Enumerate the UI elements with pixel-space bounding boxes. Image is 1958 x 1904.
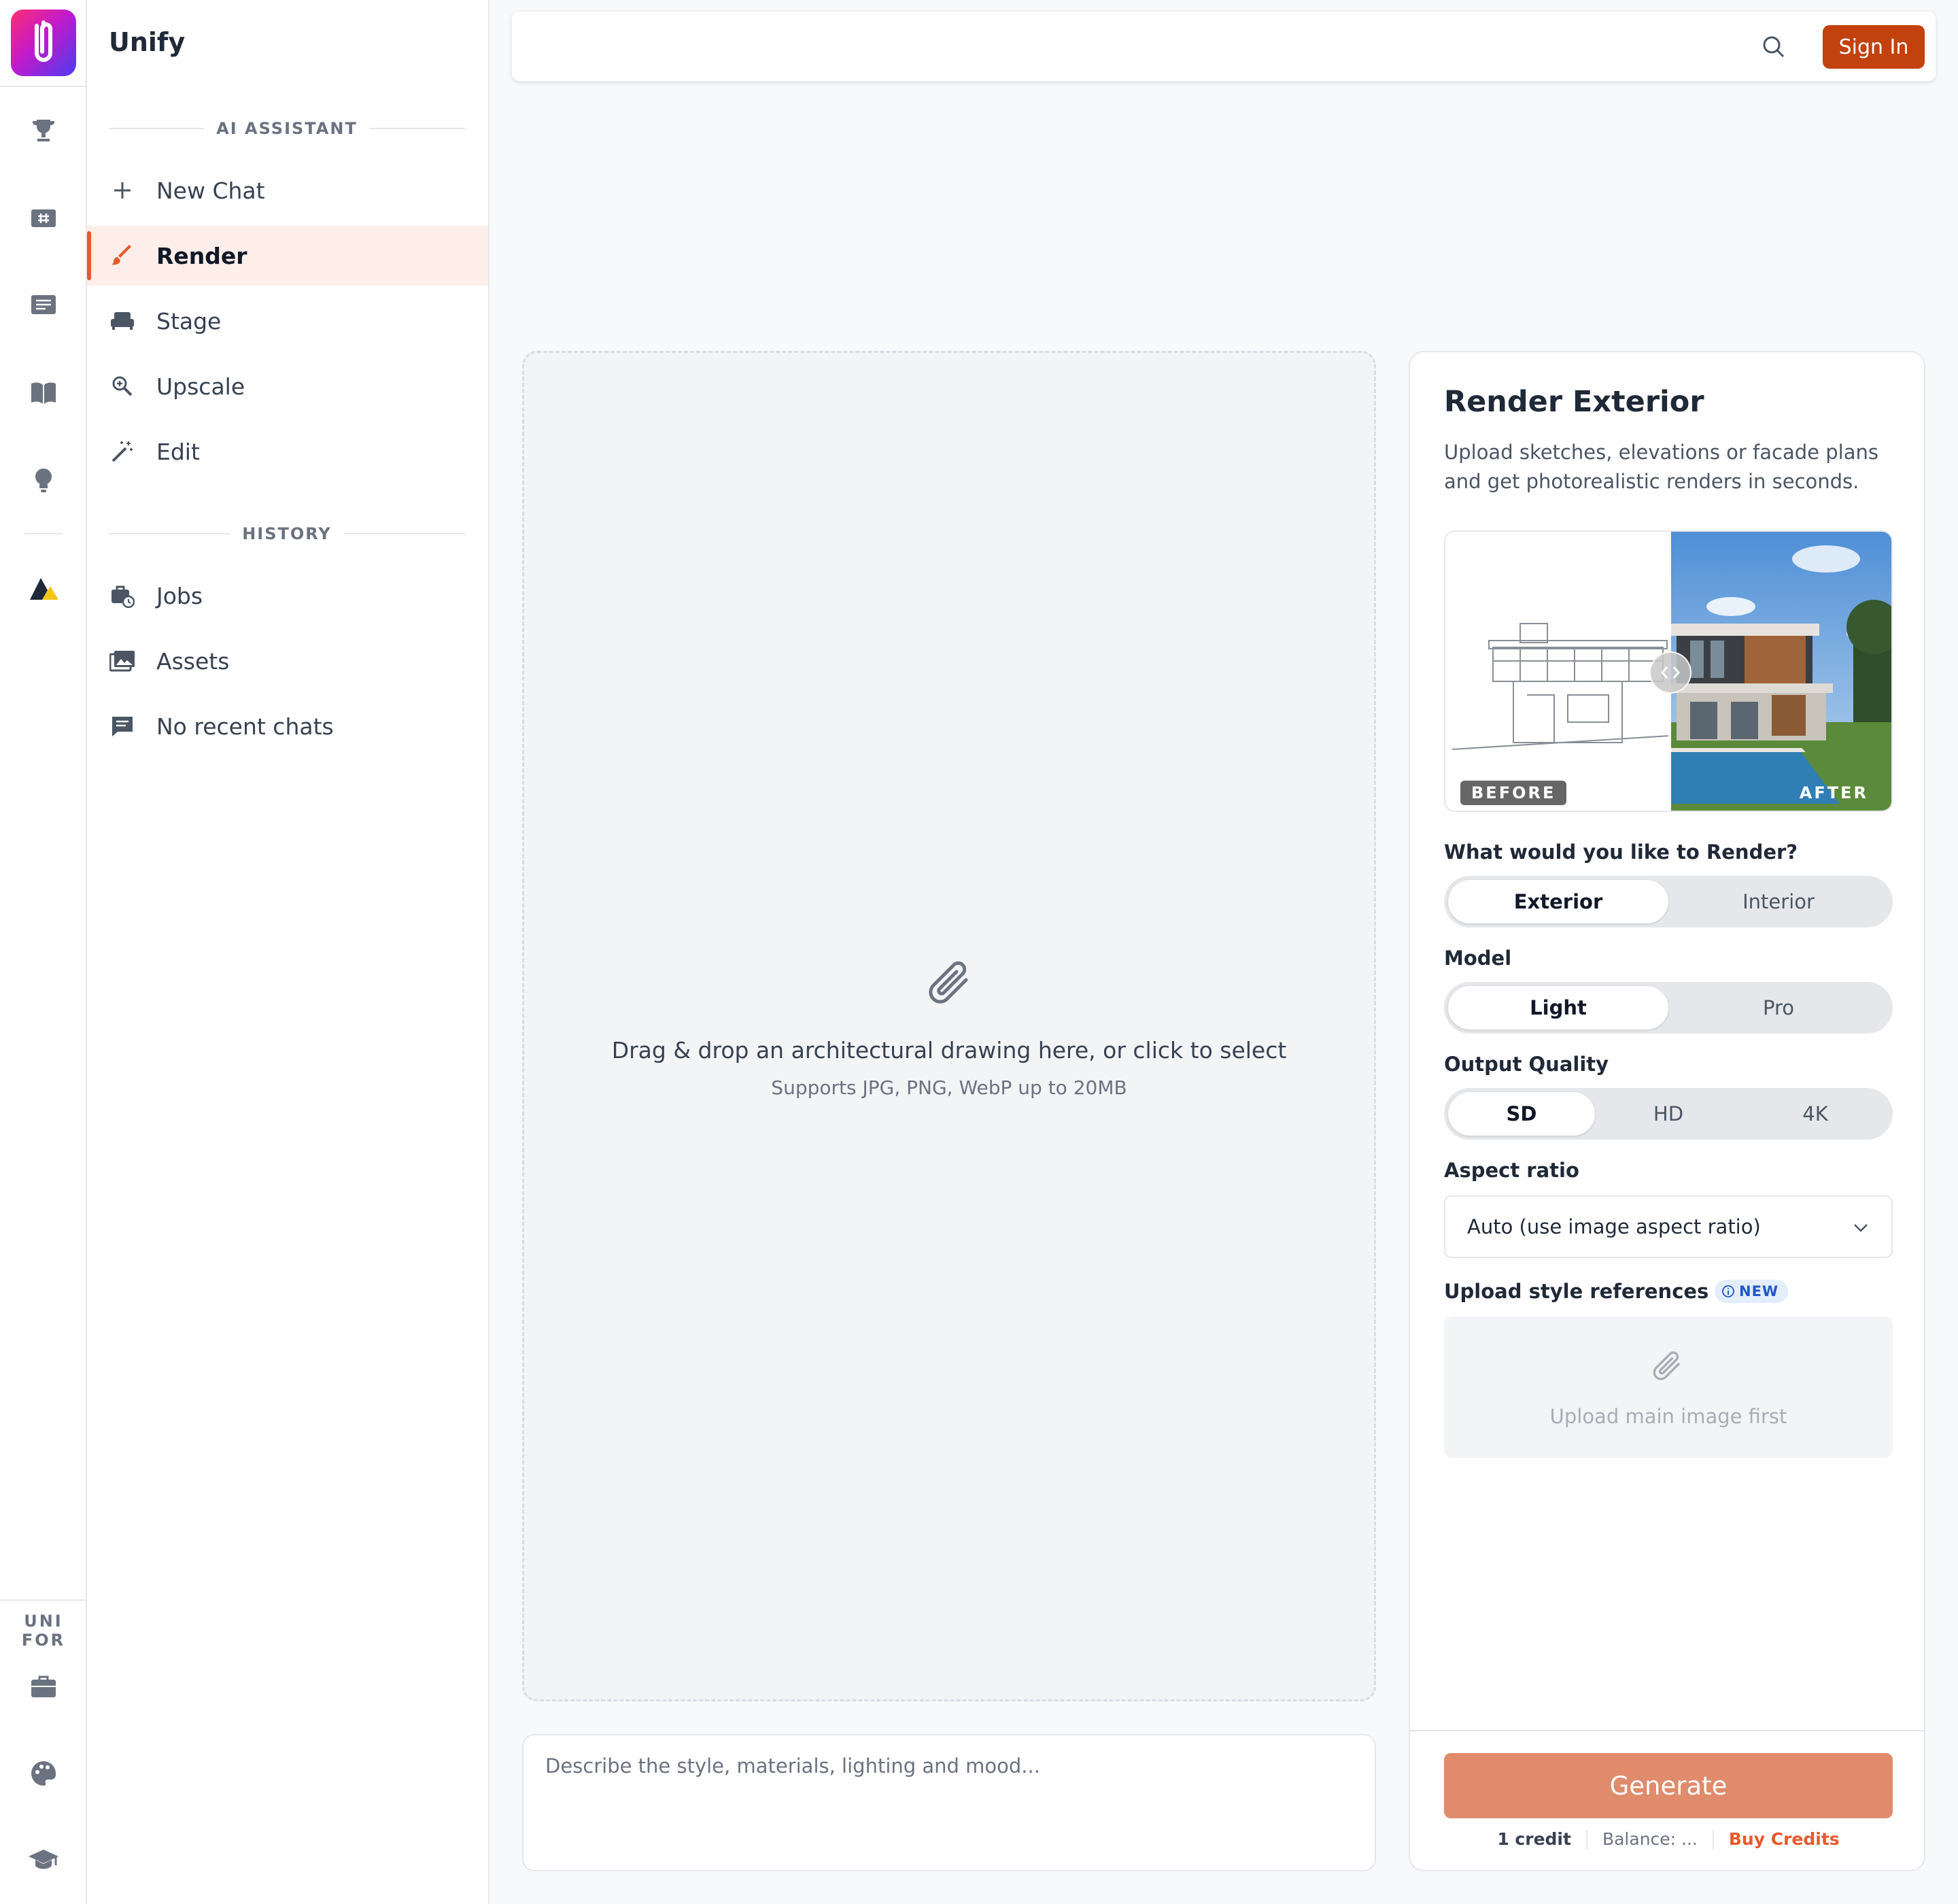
icon-rail: UNI FOR (0, 0, 87, 1904)
credit-balance: Balance: ... (1602, 1829, 1698, 1849)
new-badge: NEW (1715, 1280, 1789, 1303)
style-reference-placeholder: Upload main image first (1549, 1405, 1787, 1428)
before-label: BEFORE (1460, 781, 1567, 805)
app-logo[interactable] (11, 10, 76, 76)
briefcase-icon[interactable] (27, 1670, 60, 1703)
rail-divider (0, 1599, 87, 1601)
images-icon (109, 647, 136, 675)
section-header-history: HISTORY (109, 524, 465, 544)
sign-in-button[interactable]: Sign In (1823, 25, 1925, 69)
dropzone-sub-text: Supports JPG, PNG, WebP up to 20MB (771, 1076, 1127, 1099)
search-icon[interactable] (1760, 33, 1787, 61)
model-option-pro[interactable]: Pro (1668, 986, 1889, 1030)
aspect-ratio-value: Auto (use image aspect ratio) (1467, 1215, 1761, 1238)
brush-icon (109, 242, 136, 269)
nav-item-assets[interactable]: Assets (87, 631, 488, 691)
lightbulb-icon[interactable] (27, 464, 60, 496)
nav-item-recent-chats[interactable]: No recent chats (87, 696, 488, 756)
quality-option-4k[interactable]: 4K (1742, 1092, 1889, 1136)
credit-cost: 1 credit (1497, 1829, 1571, 1849)
prompt-textarea[interactable] (522, 1734, 1376, 1871)
style-reference-dropzone: Upload main image first (1444, 1316, 1893, 1458)
panel-footer-divider (1410, 1730, 1924, 1731)
paperclip-icon (1651, 1348, 1686, 1386)
render-type-toggle: Exterior Interior (1444, 876, 1893, 928)
render-settings-panel: Render Exterior Upload sketches, elevati… (1409, 351, 1925, 1871)
before-after-preview[interactable]: BEFORE AFTER (1444, 530, 1893, 812)
render-type-label: What would you like to Render? (1444, 840, 1798, 864)
partner-logo-icon[interactable] (27, 571, 60, 604)
buy-credits-link[interactable]: Buy Credits (1729, 1829, 1840, 1849)
style-references-label: Upload style references (1444, 1280, 1709, 1303)
sidebar: Unify AI ASSISTANT New Chat Render Stage… (87, 0, 490, 1904)
nav-item-stage[interactable]: Stage (87, 291, 488, 351)
model-label: Model (1444, 947, 1512, 970)
model-toggle: Light Pro (1444, 982, 1893, 1034)
top-bar: Sign In (511, 11, 1936, 82)
paperclip-icon (925, 957, 977, 1011)
chat-icon (109, 713, 136, 740)
generate-button[interactable]: Generate (1444, 1753, 1893, 1818)
graduation-cap-icon[interactable] (27, 1844, 60, 1877)
tag-grid-icon[interactable] (27, 201, 60, 234)
magic-wand-icon (109, 438, 136, 465)
rail-section-label: UNI FOR (21, 1612, 66, 1650)
render-option-exterior[interactable]: Exterior (1448, 880, 1668, 923)
model-option-light[interactable]: Light (1448, 986, 1668, 1030)
aspect-ratio-label: Aspect ratio (1444, 1159, 1579, 1182)
nav-item-new-chat[interactable]: New Chat (87, 160, 488, 220)
quality-option-hd[interactable]: HD (1595, 1092, 1742, 1136)
brand-title: Unify (109, 27, 186, 57)
chevron-down-icon (1851, 1217, 1871, 1238)
after-label: AFTER (1799, 783, 1868, 802)
image-dropzone[interactable]: Drag & drop an architectural drawing her… (522, 351, 1376, 1701)
paperclip-logo-icon (35, 20, 52, 62)
credit-info: 1 credit Balance: ... Buy Credits (1410, 1829, 1927, 1849)
nav-item-edit[interactable]: Edit (87, 422, 488, 481)
rail-divider (24, 533, 63, 534)
compare-slider-handle[interactable] (1649, 651, 1691, 694)
panel-title: Render Exterior (1444, 385, 1704, 419)
quality-toggle: SD HD 4K (1444, 1088, 1893, 1140)
divider (1712, 1829, 1714, 1849)
nav-item-upscale[interactable]: Upscale (87, 356, 488, 416)
book-icon[interactable] (27, 377, 60, 409)
section-header-ai: AI ASSISTANT (109, 118, 465, 139)
quality-label: Output Quality (1444, 1053, 1609, 1076)
aspect-ratio-select[interactable]: Auto (use image aspect ratio) (1444, 1195, 1893, 1258)
nav-item-render[interactable]: Render (87, 226, 488, 286)
trophy-icon[interactable] (27, 114, 60, 147)
render-option-interior[interactable]: Interior (1668, 880, 1889, 923)
sofa-icon (109, 307, 136, 335)
dropzone-main-text: Drag & drop an architectural drawing her… (611, 1037, 1287, 1064)
panel-description: Upload sketches, elevations or facade pl… (1444, 441, 1878, 493)
palette-icon[interactable] (27, 1757, 60, 1790)
divider (1585, 1829, 1587, 1849)
news-icon[interactable] (27, 288, 60, 321)
rail-divider (0, 86, 87, 87)
chevron-left-right-icon (1661, 666, 1680, 679)
briefcase-clock-icon (109, 582, 136, 609)
zoom-icon (109, 373, 136, 400)
nav-item-jobs[interactable]: Jobs (87, 566, 488, 626)
quality-option-sd[interactable]: SD (1448, 1092, 1595, 1136)
info-icon (1722, 1285, 1734, 1297)
plus-icon (109, 177, 136, 204)
